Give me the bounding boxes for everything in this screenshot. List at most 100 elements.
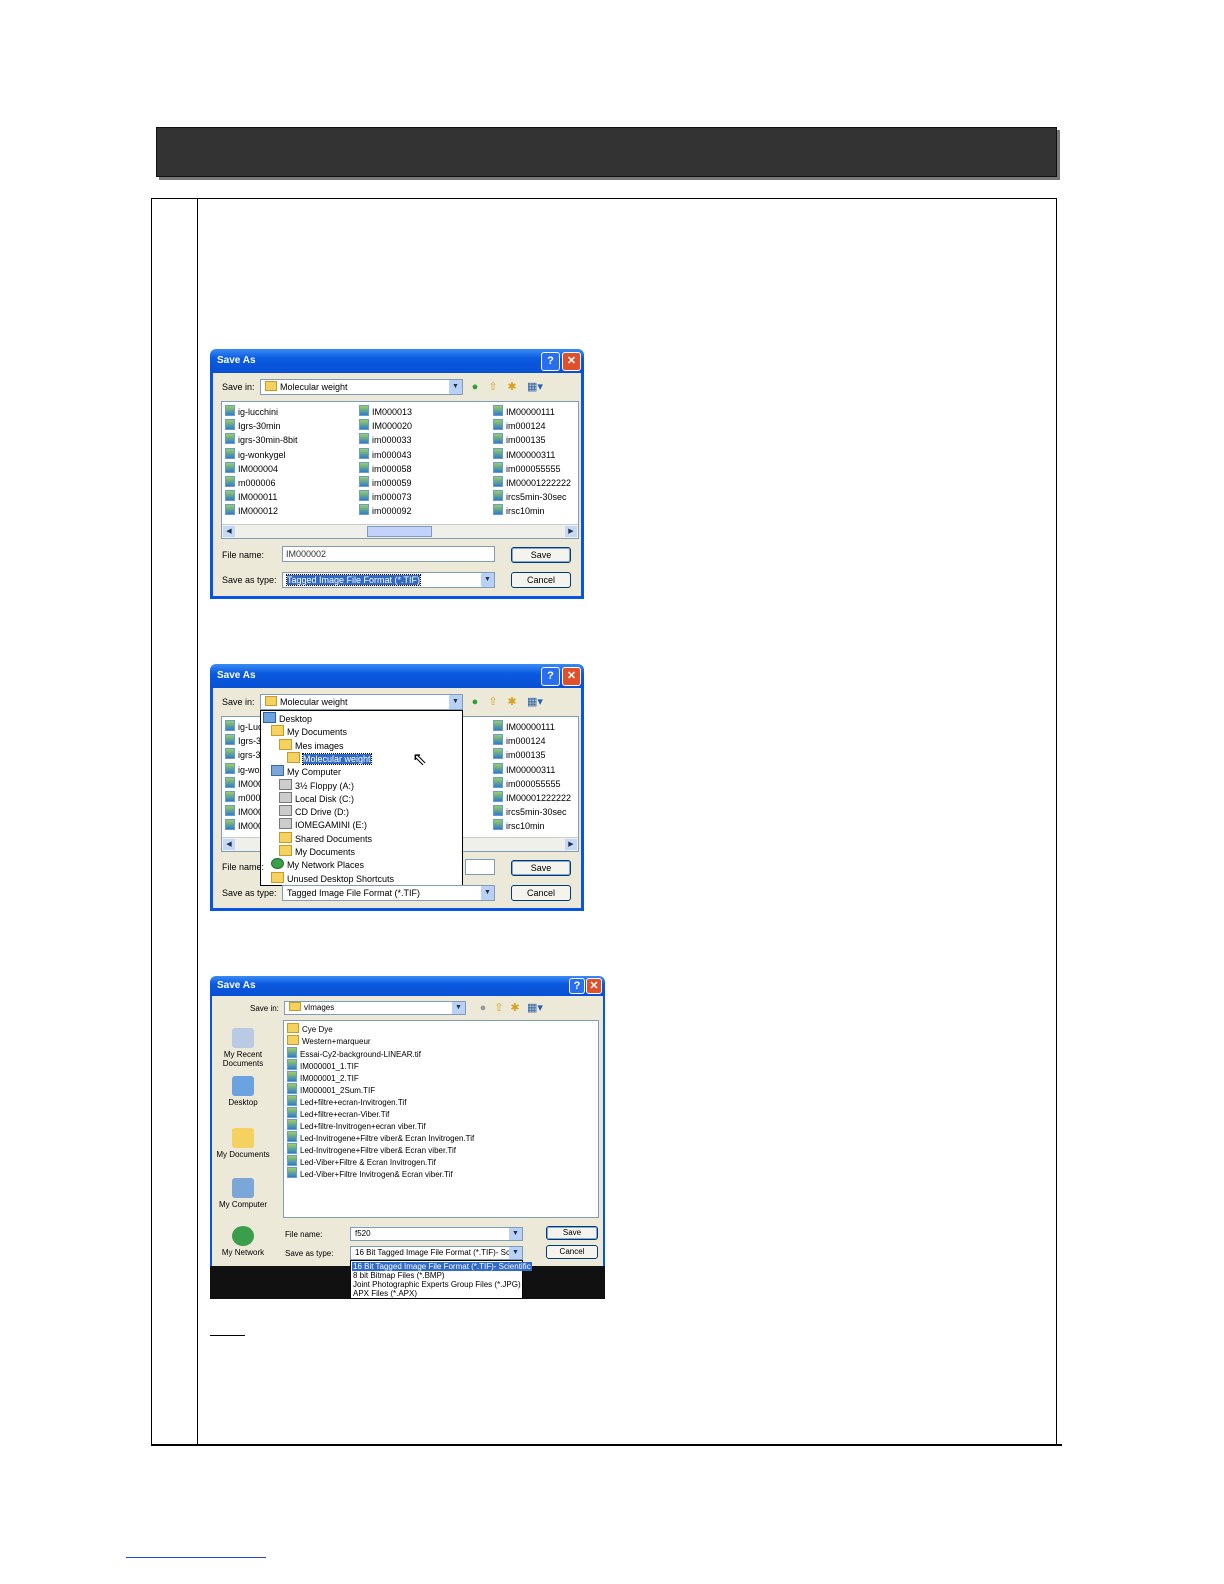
- chevron-down-icon[interactable]: ▼: [449, 380, 462, 394]
- file-item[interactable]: IM000001_1.TIF: [287, 1059, 359, 1071]
- location-item[interactable]: 3½ Floppy (A:): [279, 778, 354, 791]
- file-item[interactable]: im000135: [493, 433, 546, 445]
- file-item[interactable]: IM000012: [225, 504, 278, 516]
- dialog-titlebar[interactable]: Save As ? ✕: [210, 976, 605, 996]
- file-item[interactable]: ig-lucchini: [225, 405, 278, 417]
- places-my-computer[interactable]: My Computer: [212, 1178, 274, 1209]
- save-in-combo[interactable]: Molecular weight ▼: [260, 379, 463, 395]
- file-item[interactable]: ig-Luc: [225, 720, 263, 732]
- file-item[interactable]: IM00001222222: [493, 791, 571, 803]
- file-item[interactable]: IM000020: [359, 419, 412, 431]
- dialog-titlebar[interactable]: Save As ? ✕: [210, 664, 584, 688]
- chevron-down-icon[interactable]: ▼: [509, 1247, 522, 1259]
- file-item[interactable]: im000033: [359, 433, 412, 445]
- file-item[interactable]: im000135: [493, 748, 546, 760]
- cancel-button[interactable]: Cancel: [511, 885, 571, 901]
- views-menu-icon[interactable]: ▦▾: [525, 695, 545, 709]
- scroll-left-icon[interactable]: ◀: [223, 526, 235, 537]
- horizontal-scrollbar[interactable]: ◀ ▶: [222, 524, 578, 538]
- chevron-down-icon[interactable]: ▼: [509, 1228, 522, 1240]
- file-item[interactable]: m000006: [225, 476, 276, 488]
- back-icon[interactable]: ●: [468, 380, 482, 394]
- scroll-right-icon[interactable]: ▶: [565, 526, 577, 537]
- file-item[interactable]: im000124: [493, 734, 546, 746]
- file-item[interactable]: ig-won: [225, 762, 265, 775]
- places-desktop[interactable]: Desktop: [212, 1076, 274, 1107]
- file-item[interactable]: IM00000111: [493, 720, 555, 732]
- help-icon[interactable]: ?: [569, 978, 585, 994]
- file-item[interactable]: IM000004: [225, 461, 278, 474]
- up-folder-icon[interactable]: ⇧: [486, 380, 500, 394]
- close-icon[interactable]: ✕: [562, 667, 581, 686]
- location-item[interactable]: My Documents: [271, 725, 347, 737]
- save-as-type-select[interactable]: 16 Bit Tagged Image File Format (*.TIF)-…: [350, 1246, 523, 1260]
- new-folder-icon[interactable]: ✱: [505, 380, 519, 394]
- save-in-dropdown[interactable]: Desktop My Documents Mes images Molecular w…: [260, 710, 463, 886]
- file-item[interactable]: Igrs-30min: [225, 419, 281, 431]
- file-item[interactable]: im000043: [359, 447, 412, 460]
- location-item[interactable]: Mes images: [279, 738, 344, 751]
- file-item[interactable]: Led+filtre-Invitrogen+ecran viber.Tif: [287, 1119, 426, 1131]
- save-as-type-select[interactable]: Tagged Image File Format (*.TIF) ▼: [282, 885, 495, 901]
- file-type-option[interactable]: 8 bit Bitmap Files (*.BMP): [352, 1271, 446, 1280]
- file-item[interactable]: IM000: [225, 805, 263, 817]
- chevron-down-icon[interactable]: ▼: [449, 695, 462, 709]
- file-name-input[interactable]: IM000002: [282, 546, 495, 562]
- file-item[interactable]: m000: [225, 791, 261, 803]
- file-list[interactable]: ig-lucchini Igrs-30min igrs-30min-8bit ig-w…: [221, 401, 579, 539]
- file-type-option[interactable]: 16 Bit Tagged Image File Format (*.TIF)-…: [352, 1262, 532, 1271]
- chevron-down-icon[interactable]: ▼: [452, 1002, 465, 1014]
- scroll-right-icon[interactable]: ▶: [565, 839, 577, 850]
- file-item[interactable]: Led-Invitrogene+Filtre viber& Ecran Invi…: [287, 1131, 474, 1143]
- save-button[interactable]: Save: [511, 547, 571, 563]
- file-item[interactable]: IM000013: [359, 405, 412, 417]
- file-item[interactable]: IM00000311: [493, 447, 555, 460]
- file-type-option[interactable]: APX Files (*.APX): [352, 1289, 418, 1298]
- file-item[interactable]: im000055555: [493, 776, 561, 789]
- file-item[interactable]: ig-wonkygel: [225, 447, 286, 460]
- file-item[interactable]: Led-Invitrogene+Filtre viber& Ecran vibe…: [287, 1143, 456, 1155]
- scroll-left-icon[interactable]: ◀: [223, 839, 235, 850]
- file-item[interactable]: Led-Viber+Filtre & Ecran Invitrogen.Tif: [287, 1155, 436, 1167]
- chevron-down-icon[interactable]: ▼: [481, 573, 494, 587]
- file-item[interactable]: im000058: [359, 461, 412, 474]
- location-item[interactable]: My Network Places: [271, 858, 364, 870]
- file-item[interactable]: Essai-Cy2-background-LINEAR.tif: [287, 1047, 421, 1059]
- location-item[interactable]: IOMEGAMINI (E:): [279, 818, 367, 830]
- save-button[interactable]: Save: [546, 1226, 598, 1240]
- views-menu-icon[interactable]: ▦▾: [525, 1001, 545, 1015]
- chevron-down-icon[interactable]: ▼: [481, 886, 494, 900]
- file-item[interactable]: im000124: [493, 419, 546, 431]
- close-icon[interactable]: ✕: [562, 352, 581, 371]
- file-item[interactable]: igrs-3: [225, 748, 261, 760]
- location-item[interactable]: My Documents: [279, 845, 355, 857]
- folder-item[interactable]: Western+marqueur: [287, 1035, 371, 1047]
- folder-item[interactable]: Cye Dye: [287, 1023, 333, 1035]
- file-item[interactable]: IM000011: [225, 490, 277, 502]
- file-item[interactable]: Led+filtre+ecran-Viber.Tif: [287, 1107, 389, 1119]
- cancel-button[interactable]: Cancel: [511, 572, 571, 588]
- location-item[interactable]: CD Drive (D:): [279, 805, 349, 817]
- file-item[interactable]: irsc10min: [493, 504, 545, 516]
- file-item[interactable]: ircs5min-30sec: [493, 805, 567, 817]
- location-item[interactable]: Molecular weight: [287, 751, 372, 765]
- places-my-network[interactable]: My Network: [212, 1226, 274, 1257]
- help-icon[interactable]: ?: [541, 667, 560, 686]
- file-item[interactable]: im000059: [359, 476, 412, 488]
- up-folder-icon[interactable]: ⇧: [486, 695, 500, 709]
- save-in-combo[interactable]: vImages ▼: [284, 1001, 466, 1015]
- places-my-documents[interactable]: My Documents: [212, 1128, 274, 1159]
- file-item[interactable]: im000073: [359, 490, 412, 502]
- file-item[interactable]: IM000001_2.TIF: [287, 1071, 359, 1083]
- location-item[interactable]: Unused Desktop Shortcuts: [271, 871, 394, 884]
- file-name-input[interactable]: f520 ▼: [350, 1227, 523, 1241]
- back-icon[interactable]: ●: [476, 1001, 490, 1015]
- file-item[interactable]: igrs-30min-8bit: [225, 433, 298, 445]
- new-folder-icon[interactable]: ✱: [505, 695, 519, 709]
- file-item[interactable]: ircs5min-30sec: [493, 490, 567, 502]
- location-item[interactable]: Desktop: [263, 712, 312, 724]
- file-name-input[interactable]: [465, 859, 495, 875]
- views-menu-icon[interactable]: ▦▾: [525, 380, 545, 394]
- help-icon[interactable]: ?: [541, 352, 560, 371]
- places-recent-documents[interactable]: My Recent Documents: [212, 1028, 274, 1068]
